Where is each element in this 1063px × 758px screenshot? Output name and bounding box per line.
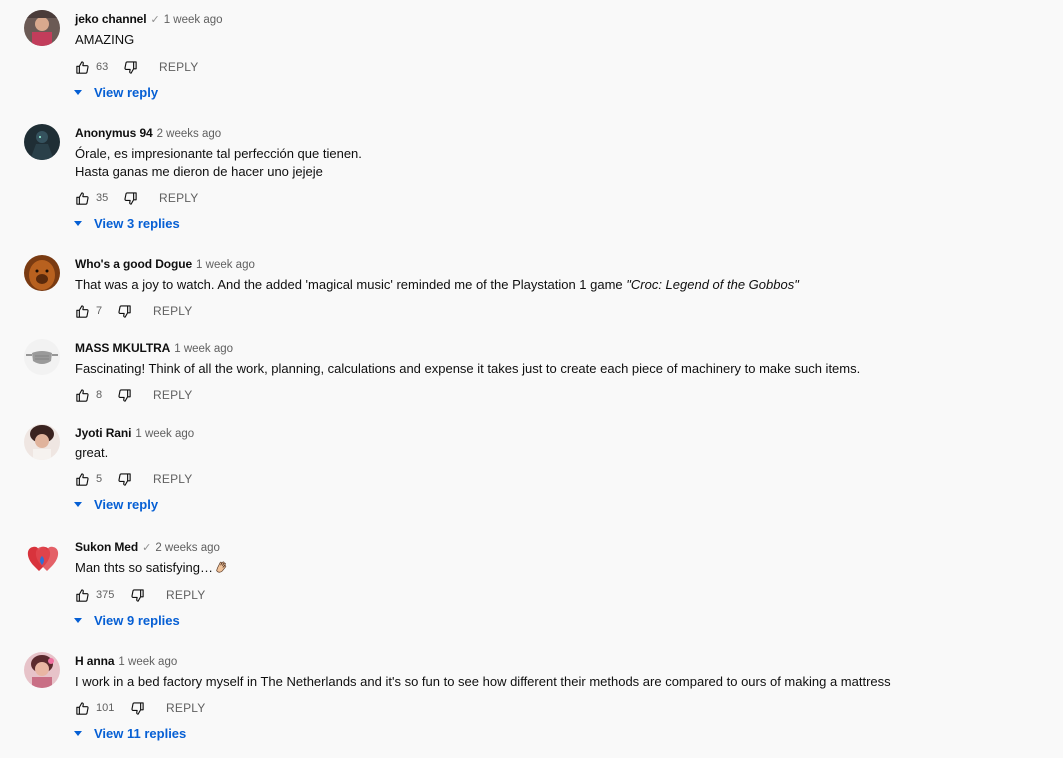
thumb-down-icon[interactable] [117,304,132,319]
thumb-up-icon[interactable] [75,60,90,75]
avatar[interactable] [24,255,60,291]
thumb-down-icon[interactable] [123,60,138,75]
comment-text: Órale, es impresionante tal perfección q… [75,146,362,161]
author-name[interactable]: Sukon Med [75,540,138,554]
comment-time[interactable]: 2 weeks ago [155,542,220,554]
view-replies-label: View reply [94,85,159,100]
comment-header: Sukon Med ✓ 2 weeks ago [75,540,220,555]
check-icon: ✓ [150,14,160,26]
thumb-down-icon[interactable] [130,588,145,603]
avatar[interactable] [24,652,60,688]
reply-button[interactable]: REPLY [159,60,198,74]
avatar[interactable] [24,538,60,574]
reply-button[interactable]: REPLY [166,588,205,602]
comment-text: great. [75,445,109,460]
comment-text-plain: That was a joy to watch. And the added '… [75,277,627,292]
comment-text-plain: Man thts so satisfying… [75,560,213,575]
caret-down-icon [74,502,82,507]
comment-text: Fascinating! Think of all the work, plan… [75,361,861,376]
view-replies-button[interactable]: View 9 replies [73,613,180,628]
comment-text: Man thts so satisfying… [75,559,228,577]
comment-header: Jyoti Rani 1 week ago [75,426,194,441]
like-count: 101 [96,702,115,714]
thumb-down-icon[interactable] [123,191,138,206]
reply-button[interactable]: REPLY [153,472,192,486]
thumb-up-icon[interactable] [75,701,90,716]
like-count: 63 [96,61,109,73]
reply-button[interactable]: REPLY [159,191,198,205]
reply-button[interactable]: REPLY [166,701,205,715]
comment-text: I work in a bed factory myself in The Ne… [75,674,891,689]
author-name[interactable]: MASS MKULTRA [75,341,170,355]
author-name[interactable]: Anonymus 94 [75,126,153,140]
comment-header: MASS MKULTRA 1 week ago [75,341,233,356]
thumb-up-icon[interactable] [75,588,90,603]
thumb-up-icon[interactable] [75,191,90,206]
caret-down-icon [74,731,82,736]
view-replies-button[interactable]: View reply [73,85,158,100]
like-count: 8 [96,389,103,401]
comment-header: Who's a good Dogue 1 week ago [75,257,255,272]
thumb-down-icon[interactable] [117,388,132,403]
comment-text: AMAZING [75,32,135,47]
like-count: 35 [96,192,109,204]
comment-header: Anonymus 94 2 weeks ago [75,126,221,141]
avatar[interactable] [24,10,60,46]
like-count: 7 [96,305,103,317]
comment-time[interactable]: 2 weeks ago [157,128,222,140]
view-replies-button[interactable]: View reply [73,497,158,512]
like-count: 375 [96,589,115,601]
caret-down-icon [74,618,82,623]
reply-button[interactable]: REPLY [153,304,192,318]
comment-time[interactable]: 1 week ago [118,656,177,668]
comment-time[interactable]: 1 week ago [196,259,255,271]
avatar[interactable] [24,339,60,375]
thumb-down-icon[interactable] [130,701,145,716]
caret-down-icon [74,90,82,95]
view-replies-label: View 11 replies [94,726,187,741]
comment-header: H anna 1 week ago [75,654,177,669]
comment-text: That was a joy to watch. And the added '… [75,276,799,294]
view-replies-button[interactable]: View 11 replies [73,726,186,741]
thumb-up-icon[interactable] [75,304,90,319]
thumb-up-icon[interactable] [75,388,90,403]
avatar[interactable] [24,424,60,460]
view-replies-label: View reply [94,497,159,512]
reply-button[interactable]: REPLY [153,388,192,402]
author-name[interactable]: Jyoti Rani [75,426,131,440]
comment-text-italic: "Croc: Legend of the Gobbos" [626,277,799,292]
avatar[interactable] [24,124,60,160]
view-replies-button[interactable]: View 3 replies [73,216,180,231]
comment-text: Hasta ganas me dieron de hacer uno jejej… [75,164,323,179]
author-name[interactable]: H anna [75,654,115,668]
view-replies-label: View 3 replies [94,216,180,231]
thumb-up-icon[interactable] [75,472,90,487]
thumb-down-icon[interactable] [117,472,132,487]
author-name[interactable]: jeko channel [75,12,147,26]
comment-time[interactable]: 1 week ago [135,428,194,440]
caret-down-icon [74,221,82,226]
clapping-hand-icon [216,561,227,573]
author-name[interactable]: Who's a good Dogue [75,257,192,271]
comment-time[interactable]: 1 week ago [164,14,223,26]
check-icon: ✓ [142,542,152,554]
comment-header: jeko channel ✓ 1 week ago [75,12,223,27]
view-replies-label: View 9 replies [94,613,180,628]
like-count: 5 [96,473,103,485]
comment-time[interactable]: 1 week ago [174,343,233,355]
